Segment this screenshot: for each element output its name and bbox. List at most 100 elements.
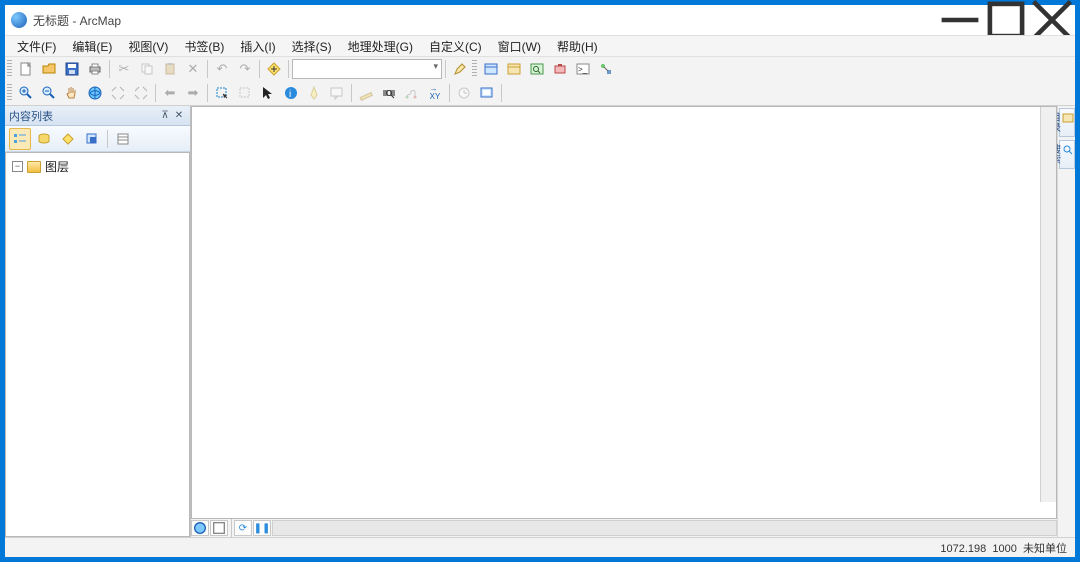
body: 内容列表 ⊼ ✕ − 图层: [5, 106, 1075, 537]
separator: [259, 60, 260, 78]
select-features-button[interactable]: [211, 82, 233, 104]
toc-list-by-selection-button[interactable]: [81, 128, 103, 150]
separator: [107, 130, 108, 148]
dock-tab-catalog[interactable]: 目录: [1059, 108, 1075, 137]
cut-button[interactable]: ✂: [113, 58, 135, 80]
menu-selection[interactable]: 选择(S): [286, 36, 338, 57]
data-view-button[interactable]: [191, 520, 209, 536]
find-route-button[interactable]: [401, 82, 423, 104]
dock-tab-search[interactable]: 搜索: [1059, 140, 1075, 169]
toc-list-by-visibility-button[interactable]: [57, 128, 79, 150]
svg-text:i: i: [289, 89, 291, 100]
copy-button[interactable]: [136, 58, 158, 80]
menu-window[interactable]: 窗口(W): [492, 36, 547, 57]
toolbar-grip[interactable]: [7, 60, 12, 78]
menu-view[interactable]: 视图(V): [122, 36, 174, 57]
print-button[interactable]: [84, 58, 106, 80]
create-viewer-button[interactable]: [476, 82, 498, 104]
map-vertical-scrollbar[interactable]: [1040, 107, 1056, 502]
arctoolbox-button[interactable]: [549, 58, 571, 80]
map-area: ⟳ ❚❚: [191, 106, 1057, 537]
catalog-button[interactable]: [503, 58, 525, 80]
toc-tree[interactable]: − 图层: [5, 152, 190, 537]
editor-toolbar-button[interactable]: [449, 58, 471, 80]
measure-button[interactable]: [355, 82, 377, 104]
go-to-xy-button[interactable]: →XY: [424, 82, 446, 104]
time-slider-button[interactable]: [453, 82, 475, 104]
undo-button[interactable]: ↶: [211, 58, 233, 80]
select-elements-button[interactable]: [257, 82, 279, 104]
search-icon: [1062, 144, 1074, 156]
map-horizontal-scrollbar[interactable]: [272, 520, 1057, 536]
toc-toolbar: [5, 126, 190, 152]
scale-combo[interactable]: [292, 59, 442, 79]
fixed-zoom-in-button[interactable]: [107, 82, 129, 104]
zoom-in-button[interactable]: [15, 82, 37, 104]
menu-geoprocessing[interactable]: 地理处理(G): [342, 36, 419, 57]
toc-list-by-drawing-order-button[interactable]: [9, 128, 31, 150]
toc-root-label: 图层: [45, 158, 69, 175]
identify-button[interactable]: i: [280, 82, 302, 104]
tree-collapse-icon[interactable]: −: [12, 161, 23, 172]
window-title: 无标题 - ArcMap: [33, 12, 937, 29]
fixed-zoom-out-button[interactable]: [130, 82, 152, 104]
status-coordinates: 1072.198 1000 未知单位: [940, 540, 1067, 556]
zoom-out-button[interactable]: [38, 82, 60, 104]
open-button[interactable]: [38, 58, 60, 80]
forward-button[interactable]: ➡: [182, 82, 204, 104]
clear-selection-button[interactable]: [234, 82, 256, 104]
search-window-button[interactable]: [526, 58, 548, 80]
separator: [207, 84, 208, 102]
python-window-button[interactable]: >_: [572, 58, 594, 80]
toc-options-button[interactable]: [112, 128, 134, 150]
coord-unit: 未知单位: [1023, 543, 1067, 555]
menu-edit[interactable]: 编辑(E): [66, 36, 118, 57]
layout-view-button[interactable]: [210, 520, 228, 536]
toc-root-layers[interactable]: − 图层: [12, 157, 183, 176]
map-canvas[interactable]: [191, 106, 1057, 519]
tools-toolbar: ⬅ ➡ i →XY: [5, 81, 1075, 105]
toc-pin-icon[interactable]: ⊼: [158, 110, 172, 121]
modelbuilder-button[interactable]: [595, 58, 617, 80]
hyperlink-button[interactable]: [303, 82, 325, 104]
separator: [231, 519, 232, 537]
back-button[interactable]: ⬅: [159, 82, 181, 104]
close-button[interactable]: [1029, 5, 1075, 35]
menu-insert[interactable]: 插入(I): [234, 36, 281, 57]
new-button[interactable]: [15, 58, 37, 80]
pan-button[interactable]: [61, 82, 83, 104]
standard-toolbar: ✂ ✕ ↶ ↷ >_: [5, 57, 1075, 81]
separator: [155, 84, 156, 102]
coord-y: 1000: [992, 543, 1016, 555]
window-controls: [937, 5, 1075, 35]
coord-x: 1072.198: [940, 543, 986, 555]
menu-customize[interactable]: 自定义(C): [423, 36, 488, 57]
redo-button[interactable]: ↷: [234, 58, 256, 80]
separator: [207, 60, 208, 78]
full-extent-button[interactable]: [84, 82, 106, 104]
table-of-contents-button[interactable]: [480, 58, 502, 80]
separator: [351, 84, 352, 102]
scale-input[interactable]: [292, 59, 442, 79]
map-bottom-bar: ⟳ ❚❚: [191, 519, 1057, 537]
add-data-button[interactable]: [263, 58, 285, 80]
menu-bookmarks[interactable]: 书签(B): [178, 36, 230, 57]
minimize-button[interactable]: [937, 5, 983, 35]
pause-drawing-button[interactable]: ❚❚: [253, 520, 271, 536]
menu-file[interactable]: 文件(F): [11, 36, 62, 57]
separator: [288, 60, 289, 78]
menu-help[interactable]: 帮助(H): [551, 36, 604, 57]
maximize-button[interactable]: [983, 5, 1029, 35]
toc-close-icon[interactable]: ✕: [172, 110, 186, 121]
toolbar-grip[interactable]: [472, 60, 477, 78]
find-button[interactable]: [378, 82, 400, 104]
refresh-button[interactable]: ⟳: [234, 520, 252, 536]
toolbar-grip[interactable]: [7, 84, 12, 102]
toc-panel: 内容列表 ⊼ ✕ − 图层: [5, 106, 191, 537]
toc-list-by-source-button[interactable]: [33, 128, 55, 150]
save-button[interactable]: [61, 58, 83, 80]
html-popup-button[interactable]: [326, 82, 348, 104]
delete-button[interactable]: ✕: [182, 58, 204, 80]
paste-button[interactable]: [159, 58, 181, 80]
right-dock: 目录 搜索: [1057, 106, 1075, 537]
